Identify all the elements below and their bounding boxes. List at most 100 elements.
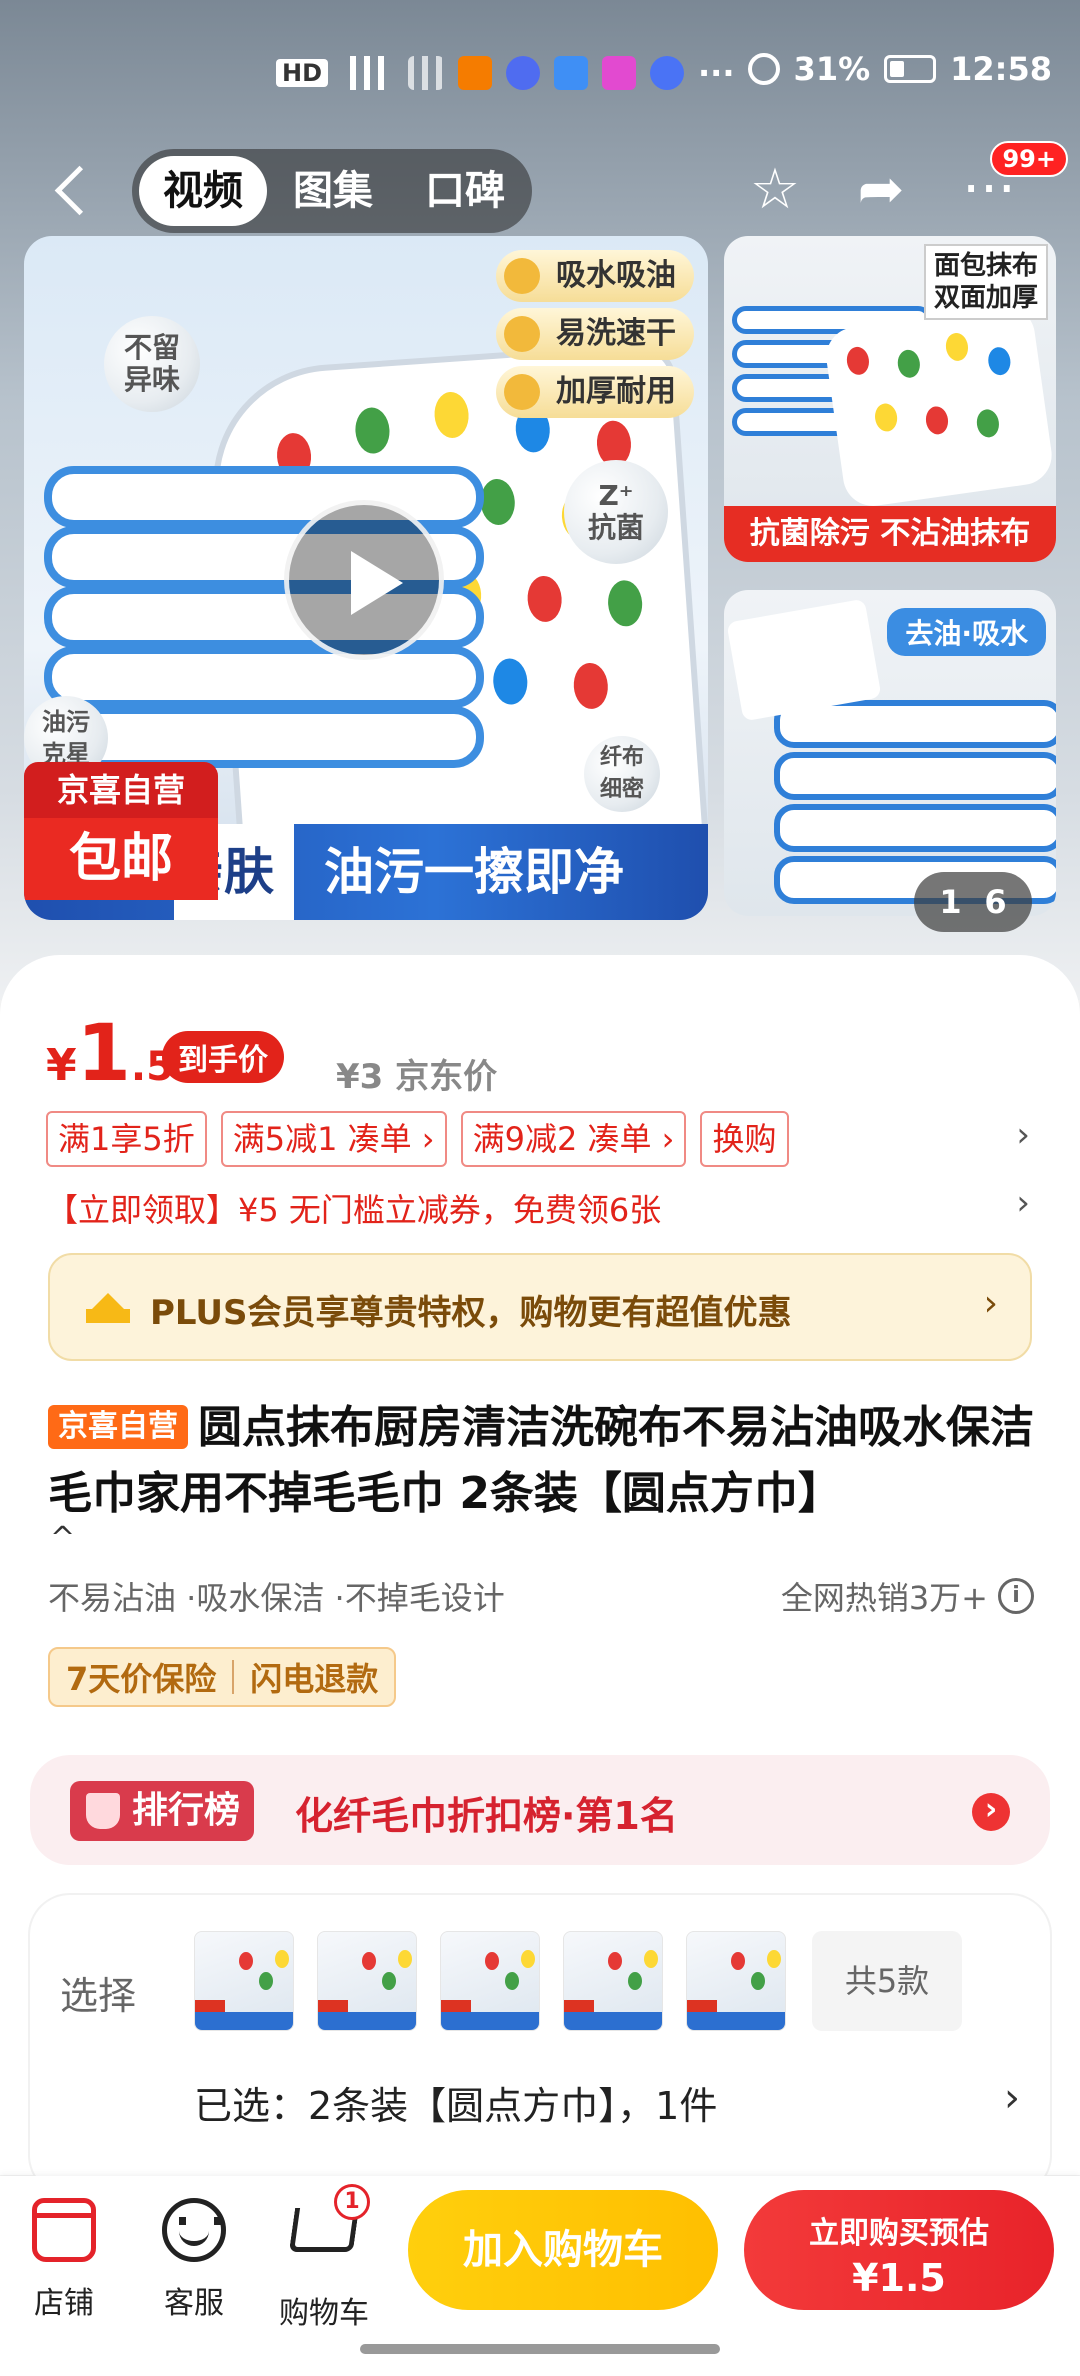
thumbnail-1[interactable]: 面包抹布 双面加厚 抗菌除污 不沾油抹布	[724, 236, 1056, 562]
signal-2-icon	[408, 56, 445, 90]
ranking-label: 排行榜	[70, 1781, 255, 1841]
selected-sku-text: 已选：2条装【圆点方巾】，1件	[194, 2084, 718, 2128]
sku-swatch-4[interactable]	[563, 1931, 663, 2031]
customer-service-button[interactable]: 客服	[134, 2198, 254, 2322]
app-icon-circle	[650, 56, 685, 90]
final-price: ¥1.5	[46, 1009, 174, 1099]
plus-chevron-icon: ›	[983, 1283, 998, 1324]
price-row: ¥1.5 到手价 ¥3 京东价	[46, 1009, 1046, 1099]
cart-button[interactable]: 1 购物车	[264, 2184, 384, 2332]
tab-gallery[interactable]: 图集	[267, 149, 399, 233]
sku-select-card[interactable]: 选择 共5款 已选：2条装【圆点方巾】，1件 ›	[30, 1895, 1050, 2195]
self-operated-free-shipping-tag: 京喜自营 包邮	[24, 762, 218, 900]
promo-row: 满1享5折 满5减1 凑单 › 满9减2 凑单 › 换购	[46, 1111, 1046, 1167]
coupon-chevron-icon[interactable]: ›	[1016, 1183, 1030, 1223]
battery-percent: 31%	[793, 50, 871, 88]
counter-current: 1	[939, 883, 962, 921]
play-video-button[interactable]	[284, 500, 444, 660]
app-icon-lightblue	[554, 56, 589, 90]
thumb-caption: 抗菌除污 不沾油抹布	[724, 506, 1056, 562]
promo-more-chevron-icon[interactable]: ›	[1016, 1115, 1030, 1155]
thumbnail-2[interactable]: 去油·吸水	[724, 590, 1056, 916]
plus-text: PLUS会员享尊贵特权，购物更有超值优惠	[150, 1293, 792, 1333]
share-icon[interactable]: ➦	[846, 155, 916, 225]
clock: 12:58	[950, 50, 1052, 88]
collapse-caret-icon[interactable]: ^	[50, 1521, 75, 1556]
app-icon-video	[602, 56, 637, 90]
crown-icon	[86, 1293, 130, 1323]
status-bar: HD ··· 31% 12:58	[0, 0, 1080, 150]
promo-chip-2[interactable]: 满5减1 凑单 ›	[220, 1111, 447, 1167]
jd-price: ¥3 京东价	[336, 1057, 498, 1097]
price-integer: 1	[76, 1009, 131, 1099]
feature-pill-1: 吸水吸油	[496, 250, 694, 302]
trophy-icon	[86, 1793, 120, 1829]
store-label: 店铺	[34, 2286, 94, 2321]
status-right: 31% 12:58	[747, 50, 1052, 88]
sku-swatch-5[interactable]	[686, 1931, 786, 2031]
battery-icon	[884, 55, 937, 83]
feature-pill-3: 加厚耐用	[496, 366, 694, 418]
bubble-no-odor: 不留 异味	[104, 316, 200, 412]
promo-chip-3[interactable]: 满9减2 凑单 ›	[460, 1111, 687, 1167]
alarm-icon	[747, 53, 780, 85]
guarantee-price-protect: 7天价保险	[66, 1660, 217, 1698]
home-indicator[interactable]	[360, 2344, 720, 2354]
customer-service-label: 客服	[164, 2286, 224, 2321]
jx-tag-bottom: 包邮	[24, 818, 218, 900]
bubble-antibacterial: Z⁺ 抗菌	[564, 460, 668, 564]
media-tabs: 视频 图集 口碑	[132, 149, 532, 233]
app-icon-blue	[506, 56, 541, 90]
guarantee-fast-refund: 闪电退款	[250, 1660, 379, 1698]
thumb-chip: 去油·吸水	[887, 608, 1046, 656]
hot-sale: 全网热销3万+ i	[781, 1573, 1034, 1619]
jx-tag-top: 京喜自营	[24, 762, 218, 818]
product-info-card: ¥1.5 到手价 ¥3 京东价 满1享5折 满5减1 凑单 › 满9减2 凑单 …	[0, 955, 1080, 2195]
add-to-cart-button[interactable]: 加入购物车	[408, 2190, 718, 2310]
final-price-tag: 到手价	[162, 1031, 284, 1083]
self-operated-tag: 京喜自营	[48, 1405, 188, 1449]
customer-service-icon	[162, 2198, 226, 2262]
product-title-block: 京喜自营 圆点抹布厨房清洁洗碗布不易沾油吸水保洁毛巾家用不掉毛毛巾 2条装【圆点方…	[48, 1395, 1038, 1527]
ranking-arrow-icon: ›	[972, 1793, 1010, 1831]
hd-icon: HD	[276, 59, 329, 87]
image-counter: 1 6	[914, 872, 1032, 932]
top-nav: 视频 图集 口碑 ☆ ➦ ··· 99+	[0, 141, 1080, 235]
buy-now-label: 立即购买预估	[809, 2216, 989, 2251]
favorite-star-icon[interactable]: ☆	[740, 155, 810, 225]
promo-chip-1[interactable]: 满1享5折	[46, 1111, 207, 1167]
store-button[interactable]: 店铺	[4, 2198, 124, 2322]
sku-count-box[interactable]: 共5款	[812, 1931, 962, 2031]
product-features: 不易沾油 ·吸水保洁 ·不掉毛设计	[48, 1579, 505, 1617]
tab-reviews[interactable]: 口碑	[399, 149, 531, 233]
app-icon-orange	[458, 56, 493, 90]
banner-right-text: 油污一擦即净	[324, 843, 624, 901]
counter-total: 6	[984, 883, 1007, 921]
buy-now-button[interactable]: 立即购买预估 ¥1.5	[744, 2190, 1054, 2310]
info-icon[interactable]: i	[998, 1578, 1034, 1614]
back-button[interactable]	[48, 163, 104, 219]
guarantee-badges[interactable]: 7天价保险 闪电退款	[48, 1647, 397, 1707]
main-product-image[interactable]: 吸水吸油 易洗速干 加厚耐用 不留 异味 Z⁺ 抗菌 油污 克星 纤布 细密 亲…	[24, 236, 708, 920]
plus-membership-bar[interactable]: PLUS会员享尊贵特权，购物更有超值优惠 ›	[48, 1253, 1032, 1361]
buy-now-price: ¥1.5	[852, 2256, 946, 2300]
ranking-text: 化纤毛巾折扣榜·第1名	[295, 1794, 678, 1838]
hot-sale-text: 全网热销3万+	[780, 1579, 988, 1617]
sku-swatch-1[interactable]	[194, 1931, 294, 2031]
promo-chip-4[interactable]: 换购	[700, 1111, 789, 1167]
select-label: 选择	[60, 1974, 137, 2018]
ranking-label-text: 排行榜	[132, 1790, 241, 1831]
sku-swatch-3[interactable]	[440, 1931, 540, 2031]
thumb2-stack	[774, 700, 1056, 904]
coupon-text[interactable]: 【立即领取】¥5 无门槛立减券，免费领6张	[46, 1185, 661, 1231]
bubble-fine-fiber: 纤布 细密	[584, 736, 660, 812]
more-status-icon: ···	[698, 54, 735, 92]
product-title: 圆点抹布厨房清洁洗碗布不易沾油吸水保洁毛巾家用不掉毛毛巾 2条装【圆点方巾】	[48, 1402, 1034, 1519]
cart-count-badge: 1	[334, 2184, 370, 2220]
ranking-bar[interactable]: 排行榜 化纤毛巾折扣榜·第1名 ›	[30, 1755, 1050, 1865]
selected-chevron-icon: ›	[1004, 2075, 1020, 2121]
status-icons: HD ···	[276, 54, 734, 92]
cart-icon-wrap: 1	[288, 2184, 370, 2272]
tab-video[interactable]: 视频	[139, 156, 267, 226]
sku-swatch-2[interactable]	[317, 1931, 417, 2031]
